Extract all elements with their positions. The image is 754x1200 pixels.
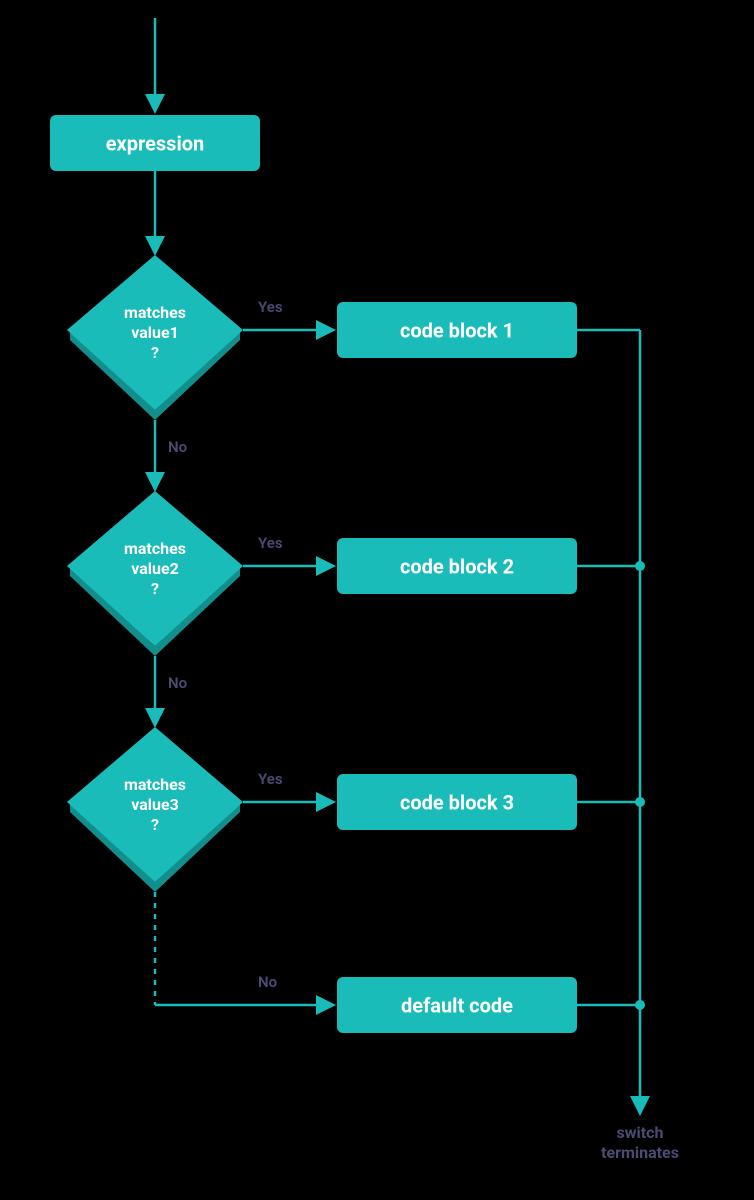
decision3-line2: value3: [131, 795, 179, 814]
node-decision-value3: matches value3 ?: [67, 727, 243, 892]
codeblock2-label: code block 2: [400, 554, 514, 578]
decision2-line1: matches: [124, 539, 186, 558]
edge-d3-no-label: No: [258, 973, 277, 991]
node-codeblock-2: code block 2: [337, 538, 577, 594]
decision3-line3: ?: [151, 815, 159, 834]
edge-d1-no-label: No: [168, 438, 187, 456]
edge-d1-yes-label: Yes: [258, 298, 283, 316]
node-default-code: default code: [337, 977, 577, 1033]
edge-d2-yes-label: Yes: [258, 534, 283, 552]
node-decision-value2: matches value2 ?: [67, 491, 243, 656]
node-expression-label: expression: [106, 131, 205, 155]
codeblock1-label: code block 1: [400, 318, 514, 342]
node-expression: expression: [50, 115, 260, 171]
decision3-line1: matches: [124, 775, 186, 794]
terminate-label-line1: switch: [617, 1123, 664, 1142]
decision2-line3: ?: [151, 579, 159, 598]
edge-d3-yes-label: Yes: [258, 770, 283, 788]
edge-d2-no-label: No: [168, 674, 187, 692]
node-codeblock-3: code block 3: [337, 774, 577, 830]
default-code-label: default code: [401, 993, 513, 1017]
decision1-line1: matches: [124, 303, 186, 322]
node-codeblock-1: code block 1: [337, 302, 577, 358]
decision1-line2: value1: [131, 323, 179, 342]
node-decision-value1: matches value1 ?: [67, 255, 243, 420]
decision2-line2: value2: [131, 559, 179, 578]
decision1-line3: ?: [151, 343, 159, 362]
terminate-label-line2: terminates: [601, 1143, 679, 1162]
codeblock3-label: code block 3: [400, 790, 514, 814]
